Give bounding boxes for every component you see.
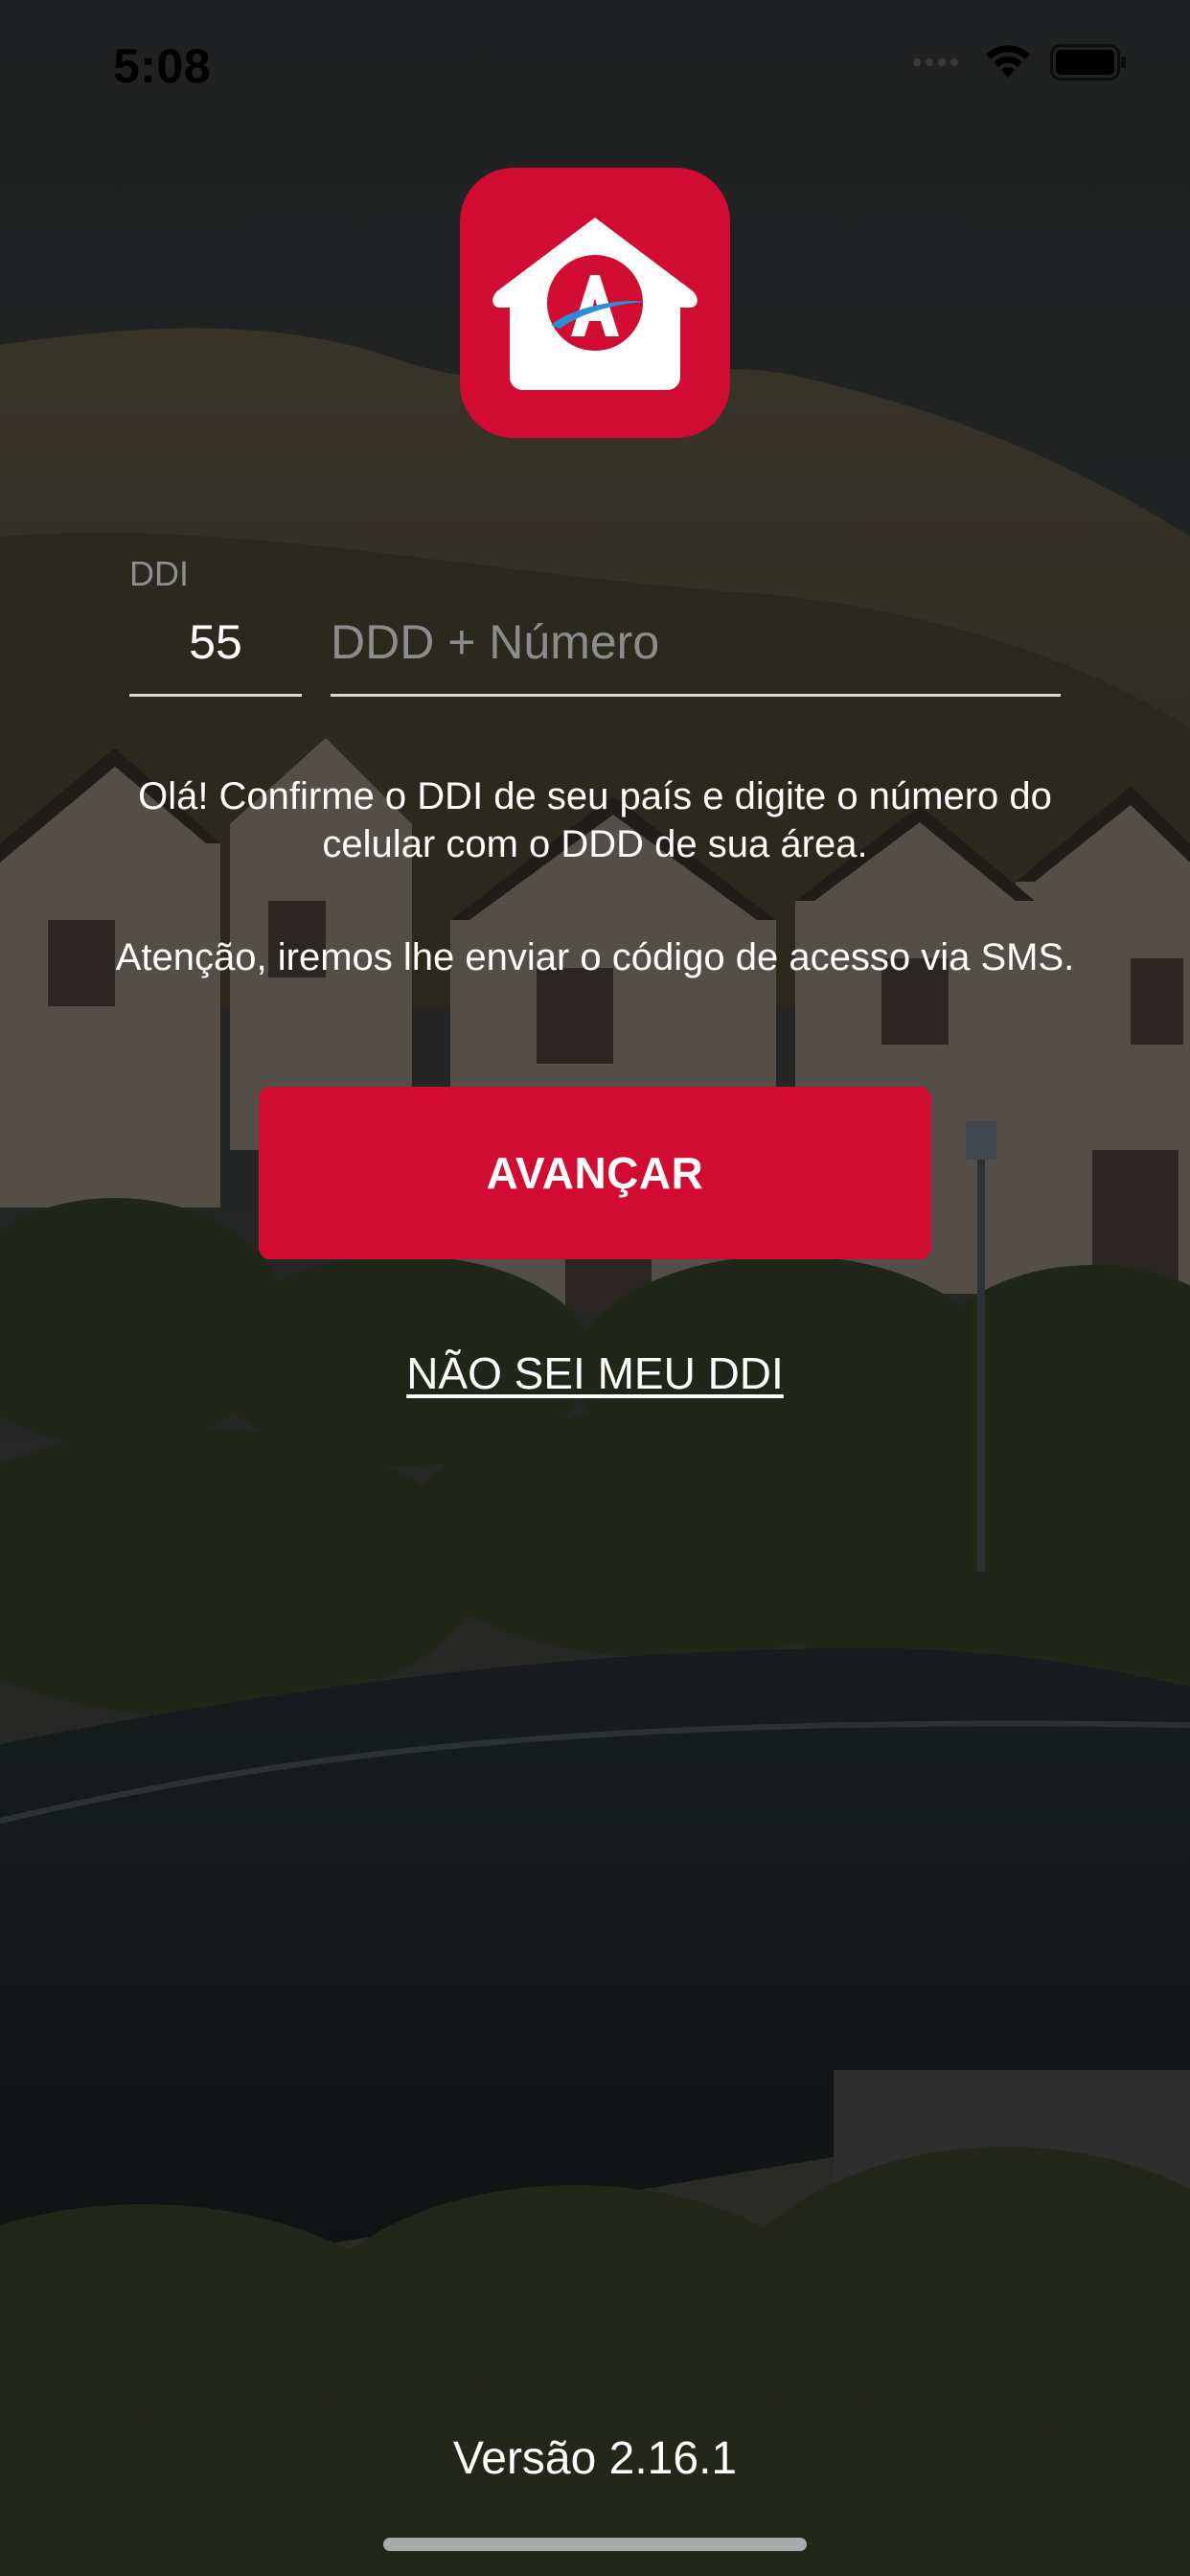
instruction-text: Olá! Confirme o DDI de seu país e digite… xyxy=(138,775,1052,865)
ddi-field[interactable] xyxy=(129,604,302,697)
version-text: Versão 2.16.1 xyxy=(452,2433,738,2484)
phone-field[interactable] xyxy=(331,604,1061,697)
home-indicator[interactable] xyxy=(383,2538,807,2551)
phone-number-input[interactable] xyxy=(331,604,1061,680)
battery-icon xyxy=(1050,44,1127,85)
ddi-input[interactable] xyxy=(129,604,302,680)
status-time: 5:08 xyxy=(113,39,212,93)
app-logo xyxy=(460,168,730,438)
ddi-label: DDI xyxy=(129,554,189,593)
signal-icon xyxy=(912,53,966,77)
ddi-help-link[interactable]: NÃO SEI MEU DDI xyxy=(0,1347,1190,1399)
status-bar: 5:08 xyxy=(0,0,1190,126)
status-icons xyxy=(912,44,1127,85)
advance-button[interactable]: AVANÇAR xyxy=(259,1087,931,1259)
sms-notice-text: Atenção, iremos lhe enviar o código de a… xyxy=(115,936,1075,978)
house-logo-icon xyxy=(492,218,698,390)
wifi-icon xyxy=(985,45,1031,84)
